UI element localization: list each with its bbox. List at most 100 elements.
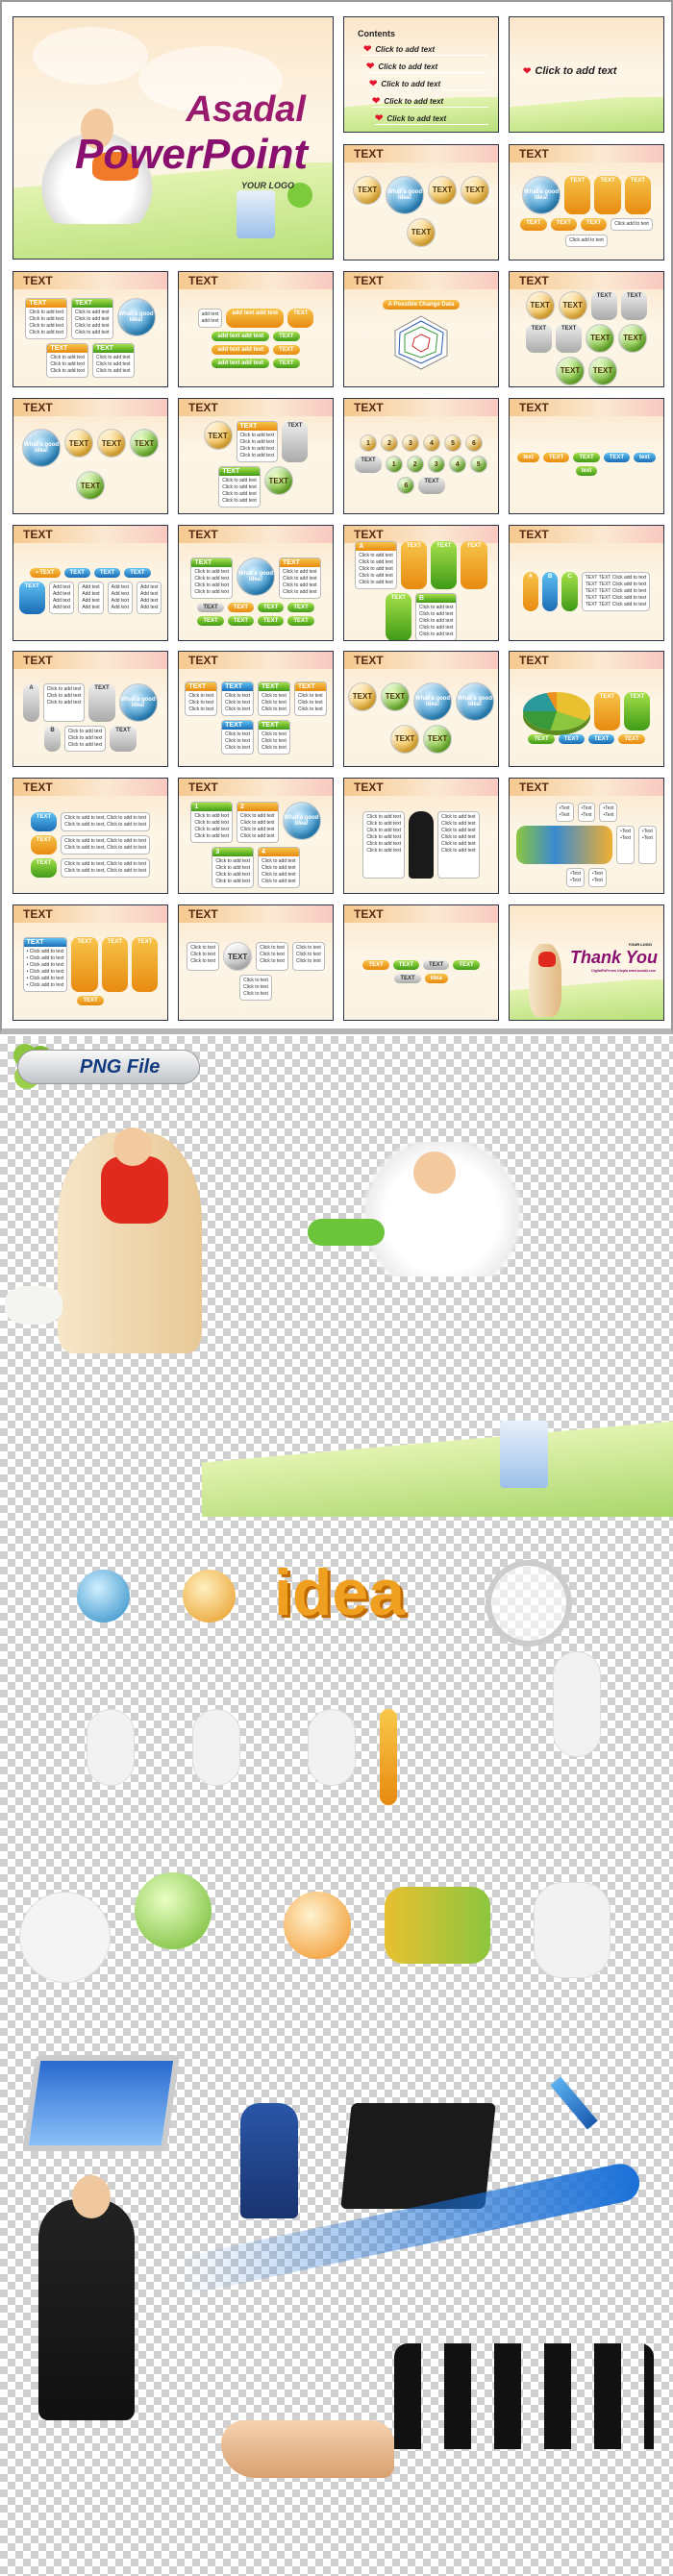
text-box-line: Click to text (260, 958, 285, 964)
text-box-line: • Click add to text (26, 962, 64, 968)
text-pill: TEXT (525, 323, 552, 353)
text-box-line: Click to add text (240, 832, 275, 839)
text-box-line: •Text (603, 811, 614, 818)
slide-thumbnail[interactable]: TEXT TEXT TEXT Click to add text Click to ad… (178, 397, 334, 514)
text-pill: TEXT (30, 834, 58, 855)
slide-thumbnail[interactable]: TEXT A Click to add text Click to add text C… (343, 524, 499, 641)
text-box-line: •Text (581, 805, 592, 811)
text-pill: add text add text (212, 344, 270, 355)
slide-title: TEXT (23, 654, 53, 668)
slide-thumbnail[interactable]: TEXT TEXT TEXT What a good idea! What a good… (343, 651, 499, 768)
text-pill: TEXT (558, 733, 585, 744)
slide-title: TEXT (354, 527, 384, 541)
text-pill: TEXT (227, 602, 254, 612)
exclamation-clipart (380, 1709, 397, 1805)
idea-word-clipart: idea (274, 1556, 406, 1629)
text-box-line: Click to add text (215, 878, 250, 884)
text-pill: TEXT (590, 290, 617, 320)
text-box-line: Click to add text (96, 368, 131, 374)
text-pill: text (634, 453, 656, 463)
slide-thumbnail[interactable]: TEXT TEXT Click to add text Click to add te… (12, 271, 168, 387)
contents-item[interactable]: ❤ Click to add text (366, 62, 488, 73)
text-box-line: •Text (603, 805, 614, 811)
text-box-header: TEXT (47, 344, 87, 353)
text-box-line: Click to text (243, 984, 268, 990)
text-pill: TEXT (355, 456, 382, 474)
text-box-line: Click to add text (418, 618, 454, 625)
slide-thumbnail[interactable]: TEXT A Possible Change Data (343, 271, 499, 387)
contents-item[interactable]: ❤ Click to add text (372, 96, 488, 108)
slide-thumbnail[interactable]: TEXT add text add text add text add text TEX… (178, 271, 334, 387)
contents-item[interactable]: ❤ Click to add text (363, 44, 488, 56)
text-pill: TEXT (385, 593, 411, 640)
slide-thumbnail[interactable]: TEXT 1 Click to add text Click to add text C… (178, 778, 334, 895)
slide-thumbnail[interactable]: TEXT text TEXT TEXT TEXT text text (509, 397, 664, 514)
slide-thumbnail[interactable]: TEXT TEXT TEXT TEXT TEXT TEXT idea (343, 904, 499, 1021)
smiley-orange-clipart (183, 1570, 236, 1622)
thank-you-slide[interactable]: YOUR LOGO Thank You DigitalPaPerom Utopia … (509, 904, 664, 1021)
slide-thumbnail[interactable]: TEXT TEXT TEXT TEXT TEXT TEXT TEXT (509, 651, 664, 768)
slide-thumbnail[interactable]: TEXT A Click to add text Click to add text C… (12, 651, 168, 768)
text-box: Add text Add text Add text Add text (48, 582, 75, 615)
text-box-line: Click to add text (441, 840, 476, 847)
slide-title-bar: TEXT (13, 525, 167, 543)
section-slide[interactable]: ❤ Click to add text (509, 16, 664, 133)
text-box: Click to add to text, Click to add to te… (61, 834, 151, 855)
slide-thumbnail[interactable]: TEXT TEXT What a good idea! TEXT TEXT TEXT (343, 144, 499, 260)
contents-slide[interactable]: Contents ❤ Click to add text ❤ Click to add… (343, 16, 499, 133)
slide-thumbnail[interactable]: TEXT Click to text Click to text Click to t… (178, 904, 334, 1021)
circle-bubble: TEXT (558, 290, 587, 320)
text-box: •Text •Text (616, 825, 635, 864)
text-box: Click to text Click to text Click to text (187, 942, 220, 971)
slide-title-bar: TEXT (510, 145, 663, 162)
text-box-line: Click to add text (96, 361, 131, 367)
text-box: TEXT Click to text Click to text Click to t… (221, 681, 254, 716)
magnifier-man-clipart (486, 1560, 572, 1647)
slide-thumbnail[interactable]: TEXT TEXT Click to text Click to text Click … (178, 651, 334, 768)
contents-item[interactable]: ❤ Click to add text (375, 113, 488, 125)
slide-thumbnail[interactable]: TEXT TEXT Click to add to text, Click to a… (12, 778, 168, 895)
slide-thumbnail[interactable]: TEXT TEXT • Click add to text • Click add t… (12, 904, 168, 1021)
text-pill: TEXT (30, 857, 58, 878)
landscape-clipart (202, 1421, 673, 1517)
businessman-laptop-clipart (240, 2103, 298, 2218)
text-box-line: • Click add to text (26, 982, 64, 988)
contents-item-label: Click to add text (375, 45, 436, 54)
slide-title-bar: TEXT (510, 398, 663, 416)
text-box-header: TEXT (93, 344, 134, 353)
slide-thumbnail[interactable]: TEXT TEXT Click to add text Click to add te… (178, 524, 334, 641)
cover-slide[interactable]: Asadal PowerPoint YOUR LOGO (12, 16, 334, 260)
text-box-line: Click to text (188, 706, 214, 712)
circle-bubble: 3 (427, 456, 445, 474)
contents-title: Contents (358, 29, 395, 38)
slide-thumbnail[interactable]: TEXT What a good idea! TEXT TEXT TEXT TEXT TEX… (509, 144, 664, 260)
contents-item[interactable]: ❤ Click to add text (369, 79, 488, 90)
slide-title-bar: TEXT (179, 525, 333, 543)
circle-bubble: 5 (444, 434, 461, 453)
circle-bubble: 5 (469, 456, 487, 474)
text-pill: add text add text (226, 308, 285, 328)
slide-thumbnail[interactable]: TEXT • TEXT TEXT TEXT TEXT TEXT Add text Add te… (12, 524, 168, 641)
slide-title: TEXT (354, 780, 384, 795)
slide-title: TEXT (23, 527, 53, 541)
text-pill: TEXT (273, 358, 300, 368)
slide-thumbnail[interactable]: TEXT TEXT TEXT TEXT TEXT TEXT TEXT TEXT TEXT TEXT… (509, 271, 664, 387)
text-box-line: •Text (620, 828, 631, 834)
slide-thumbnail[interactable]: TEXT A B C TEXT TEXT Click add to text TEXT T… (509, 524, 664, 641)
text-box-line: • Click add to text (26, 976, 64, 981)
slide-thumbnail[interactable]: TEXT What a good idea! TEXT TEXT TEXT TEXT (12, 397, 168, 514)
text-box-line: Add text (140, 584, 159, 591)
text-box-line: • Click add to text (26, 955, 64, 961)
text-box-line: TEXT TEXT Click add to text (585, 594, 647, 601)
slide-thumbnail[interactable]: TEXT Click to add text Click to add text Cl… (343, 778, 499, 895)
puzzle-figures-clipart (385, 1887, 490, 1964)
text-box-header: TEXT (259, 720, 289, 730)
slide-thumbnail[interactable]: TEXT 1 2 3 4 5 6 TEXT 1 2 3 4 5 6 TEXT (343, 397, 499, 514)
slide-thumbnail[interactable]: TEXT •Text •Text •Text •Text •Text •Text •Text •… (509, 778, 664, 895)
heart-icon: ❤ (372, 96, 381, 107)
text-pill: TEXT (461, 541, 487, 590)
text-box-line: Click to text (262, 692, 287, 699)
text-box-line: •Text (620, 834, 631, 841)
text-pill: TEXT (93, 568, 121, 579)
text-box-line: Click to text (262, 699, 287, 706)
